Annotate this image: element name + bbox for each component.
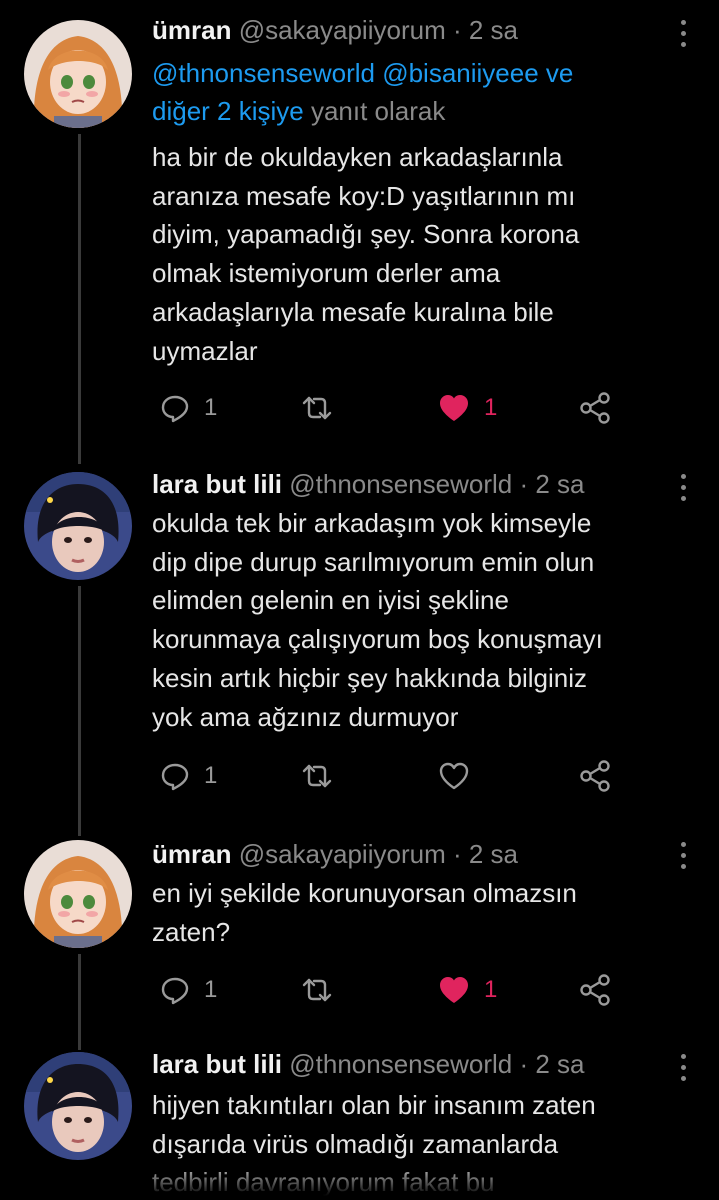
author-name[interactable]: ümran [152, 15, 231, 45]
author-name[interactable]: ümran [152, 839, 231, 869]
action-bar: 1 1 [0, 388, 719, 428]
reply-icon [161, 395, 189, 423]
like-button[interactable]: 1 [438, 970, 497, 1010]
heart-filled-icon [440, 395, 468, 421]
reply-icon [161, 977, 189, 1005]
tweet-header: lara but lili @thnonsenseworld · 2 sa [152, 1048, 585, 1080]
author-handle[interactable]: @thnonsenseworld [289, 1049, 512, 1079]
author-name[interactable]: lara but lili [152, 469, 282, 499]
avatar[interactable] [24, 840, 132, 948]
retweet-button[interactable] [300, 388, 334, 428]
action-bar: 1 [0, 756, 719, 796]
like-count: 1 [484, 976, 498, 1003]
mention-link[interactable]: @thnonsenseworld @bisaniiyeee ve [152, 58, 573, 88]
reply-button[interactable]: 1 [160, 388, 217, 428]
reply-count: 1 [204, 976, 218, 1003]
avatar[interactable] [24, 472, 132, 580]
like-count: 1 [484, 394, 498, 421]
mention-link[interactable]: diğer 2 kişiye [152, 96, 304, 126]
more-options-icon[interactable] [681, 20, 689, 53]
anime-girl-avatar-icon [24, 840, 132, 948]
timestamp[interactable]: · 2 sa [453, 15, 518, 45]
tweet-text: okulda tek bir arkadaşım yok kimseyle di… [152, 508, 603, 732]
reply-count: 1 [204, 394, 218, 421]
tweet[interactable]: lara but lili @thnonsenseworld · 2 sa ok… [0, 460, 719, 830]
author-handle[interactable]: @sakayapiiyorum [239, 839, 446, 869]
retweet-button[interactable] [300, 970, 334, 1010]
retweet-icon [302, 978, 332, 1002]
reply-suffix: yanıt olarak [310, 96, 446, 126]
timestamp[interactable]: · 2 sa [519, 1049, 584, 1079]
reply-icon [161, 763, 189, 791]
more-options-icon[interactable] [681, 1054, 689, 1087]
avatar[interactable] [24, 1052, 132, 1160]
more-options-icon[interactable] [681, 474, 689, 507]
share-icon [580, 760, 610, 792]
share-button[interactable] [578, 756, 612, 796]
tweet-header: lara but lili @thnonsenseworld · 2 sa [152, 468, 585, 500]
avatar[interactable] [24, 20, 132, 128]
share-icon [580, 974, 610, 1006]
more-options-icon[interactable] [681, 842, 689, 875]
author-handle[interactable]: @sakayapiiyorum [239, 15, 446, 45]
action-bar: 1 1 [0, 970, 719, 1010]
reply-context: @thnonsenseworld @bisaniiyeee ve diğer 2… [152, 54, 573, 130]
reply-count: 1 [204, 762, 218, 789]
share-button[interactable] [578, 388, 612, 428]
reply-button[interactable]: 1 [160, 756, 217, 796]
share-button[interactable] [578, 970, 612, 1010]
author-handle[interactable]: @thnonsenseworld [289, 469, 512, 499]
share-icon [580, 392, 610, 424]
boy-portrait-avatar-icon [24, 472, 132, 580]
retweet-icon [302, 764, 332, 788]
tweet-text: en iyi şekilde korunuyorsan olmazsın zat… [152, 878, 577, 947]
tweet[interactable]: ümran @sakayapiiyorum · 2 sa @thnonsense… [0, 0, 719, 460]
tweet-header: ümran @sakayapiiyorum · 2 sa [152, 14, 518, 46]
bottom-fade [0, 1160, 719, 1200]
tweet-text: ha bir de okuldayken arkadaşlarınla aran… [152, 142, 580, 366]
like-button[interactable] [438, 756, 484, 796]
tweet-header: ümran @sakayapiiyorum · 2 sa [152, 838, 518, 870]
retweet-button[interactable] [300, 756, 334, 796]
retweet-icon [302, 396, 332, 420]
author-name[interactable]: lara but lili [152, 1049, 282, 1079]
tweet[interactable]: lara but lili @thnonsenseworld · 2 sa hi… [0, 1040, 719, 1200]
reply-button[interactable]: 1 [160, 970, 217, 1010]
tweet[interactable]: ümran @sakayapiiyorum · 2 sa en iyi şeki… [0, 830, 719, 1040]
like-button[interactable]: 1 [438, 388, 497, 428]
heart-outline-icon [439, 762, 469, 790]
heart-filled-icon [440, 977, 468, 1003]
timestamp[interactable]: · 2 sa [453, 839, 518, 869]
timestamp[interactable]: · 2 sa [519, 469, 584, 499]
boy-portrait-avatar-icon [24, 1052, 132, 1160]
anime-girl-avatar-icon [24, 20, 132, 128]
